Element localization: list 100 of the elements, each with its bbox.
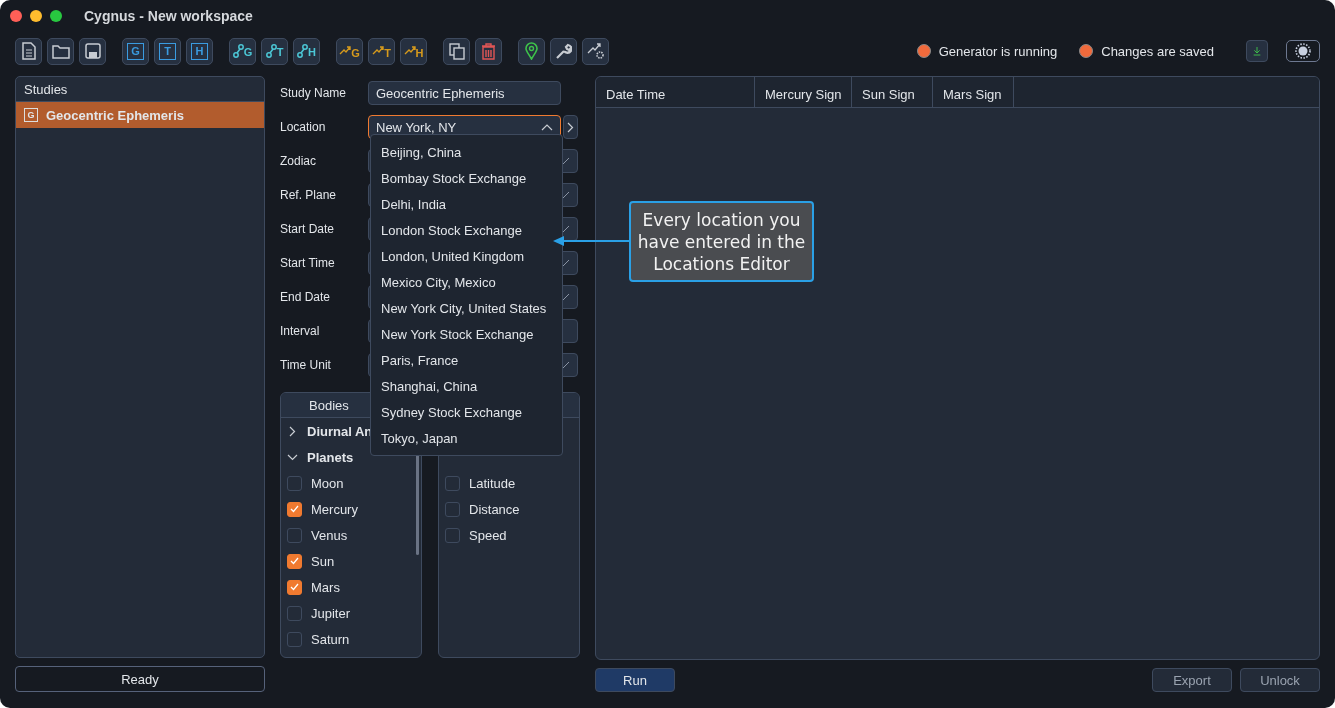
- dropdown-option[interactable]: London, United Kingdom: [371, 243, 562, 269]
- save-icon: [84, 43, 101, 59]
- letter-icon: H: [191, 42, 208, 60]
- toolbar-button[interactable]: T: [154, 37, 181, 65]
- checkbox[interactable]: [445, 501, 460, 517]
- toolbar-button[interactable]: [475, 37, 502, 65]
- slash-icon: [562, 191, 570, 199]
- toolbar-button[interactable]: H: [293, 37, 320, 65]
- checkbox[interactable]: [287, 605, 302, 621]
- toolbar-button[interactable]: [582, 37, 609, 65]
- export-button[interactable]: Export: [1152, 668, 1232, 692]
- callout-note: Every location you have entered in the Locations Editor: [629, 201, 814, 282]
- toolbar-button[interactable]: T: [261, 37, 288, 65]
- toolbar-button[interactable]: H: [400, 37, 427, 65]
- field-label: Zodiac: [280, 154, 318, 168]
- study-icon: G: [24, 108, 38, 122]
- folder-icon: [51, 43, 70, 59]
- field-label: Time Unit: [280, 358, 332, 372]
- toolbar-button[interactable]: H: [186, 37, 213, 65]
- checkbox[interactable]: [287, 631, 302, 647]
- study-label: Geocentric Ephemeris: [46, 107, 184, 123]
- field-label: Start Time: [280, 256, 336, 270]
- letter-icon: G: [127, 42, 144, 60]
- slash-icon: [562, 259, 570, 267]
- trash-icon: [481, 42, 496, 60]
- dropdown-option[interactable]: London Stock Exchange: [371, 217, 562, 243]
- next-button[interactable]: [563, 115, 578, 139]
- slash-icon: [562, 293, 570, 301]
- chevron-icon: [287, 425, 298, 437]
- dropdown-option[interactable]: Sydney Stock Exchange: [371, 399, 562, 425]
- minimize-button[interactable]: [30, 10, 42, 22]
- toolbar-button[interactable]: [47, 37, 74, 65]
- checkbox[interactable]: [287, 553, 302, 569]
- dropdown-option[interactable]: Delhi, India: [371, 191, 562, 217]
- dropdown-option[interactable]: New York City, United States: [371, 295, 562, 321]
- zoom-button[interactable]: [50, 10, 62, 22]
- checkbox-label: Mercury: [311, 501, 358, 517]
- checkbox-label: Latitude: [469, 475, 516, 491]
- checkbox-label: Saturn: [311, 631, 350, 647]
- status-label: Changes are saved: [1101, 43, 1214, 59]
- dropdown-option[interactable]: Paris, France: [371, 347, 562, 373]
- checkbox[interactable]: [287, 501, 302, 517]
- column-header[interactable]: Mars Sign: [933, 77, 1014, 107]
- study-item[interactable]: G Geocentric Ephemeris: [16, 102, 264, 128]
- toolbar-button[interactable]: [15, 37, 42, 65]
- toolbar-button[interactable]: [443, 37, 470, 65]
- download-button[interactable]: [1246, 40, 1268, 62]
- caret-up-icon: [541, 123, 553, 131]
- column-header[interactable]: Date Time: [596, 77, 755, 107]
- study-name-field[interactable]: Geocentric Ephemeris: [368, 81, 561, 105]
- field-label: Location: [280, 120, 327, 134]
- copy-icon: [448, 42, 465, 60]
- checkbox-label: Venus: [311, 527, 348, 543]
- toolbar-button[interactable]: T: [368, 37, 395, 65]
- toolbar-button[interactable]: [550, 37, 577, 65]
- panel-title: Bodies: [309, 397, 349, 413]
- column-header[interactable]: Sun Sign: [852, 77, 933, 107]
- dropdown-option[interactable]: New York Stock Exchange: [371, 321, 562, 347]
- toolbar-button[interactable]: G: [336, 37, 363, 65]
- letter-icon: T: [159, 42, 176, 60]
- checkbox-label: Jupiter: [311, 605, 351, 621]
- unlock-button[interactable]: Unlock: [1240, 668, 1320, 692]
- dropdown-option[interactable]: Tokyo, Japan: [371, 425, 562, 451]
- wrench-icon: [555, 42, 572, 60]
- field-label: Ref. Plane: [280, 188, 338, 202]
- checkbox[interactable]: [287, 475, 302, 491]
- field-label: Interval: [280, 324, 321, 338]
- checkbox[interactable]: [445, 527, 460, 543]
- toolbar-button[interactable]: G: [122, 37, 149, 65]
- status-label: Generator is running: [938, 43, 1058, 59]
- field-label: Study Name: [280, 86, 348, 100]
- checkbox-label: Moon: [311, 475, 344, 491]
- location-pin-icon: [525, 42, 538, 60]
- trend-gear-icon: [586, 42, 605, 60]
- slash-icon: [562, 225, 570, 233]
- dropdown-option[interactable]: Bombay Stock Exchange: [371, 165, 562, 191]
- checkbox-label: Distance: [469, 501, 520, 517]
- toolbar-button[interactable]: G: [229, 37, 256, 65]
- dropdown-option[interactable]: Beijing, China: [371, 139, 562, 165]
- status-bar: Ready: [15, 666, 265, 692]
- checkbox[interactable]: [287, 527, 302, 543]
- document-icon: [20, 42, 37, 60]
- panel-title: Studies: [24, 81, 68, 97]
- close-button[interactable]: [10, 10, 22, 22]
- checkbox-label: Speed: [469, 527, 507, 543]
- dropdown-option[interactable]: Shanghai, China: [371, 373, 562, 399]
- checkbox[interactable]: [287, 579, 302, 595]
- checkbox[interactable]: [445, 475, 460, 491]
- download-icon: [1253, 44, 1261, 58]
- dropdown-option[interactable]: Mexico City, Mexico: [371, 269, 562, 295]
- checkbox-label: Mars: [311, 579, 340, 595]
- checkbox-label: Sun: [311, 553, 335, 569]
- toolbar-button[interactable]: [79, 37, 106, 65]
- sun-icon: [1295, 43, 1311, 59]
- toolbar-button[interactable]: [518, 37, 545, 65]
- theme-button[interactable]: [1286, 40, 1320, 62]
- run-button[interactable]: Run: [595, 668, 675, 692]
- window-title: Cygnus - New workspace: [84, 8, 253, 24]
- column-header[interactable]: Mercury Sign: [755, 77, 852, 107]
- field-label: End Date: [280, 290, 332, 304]
